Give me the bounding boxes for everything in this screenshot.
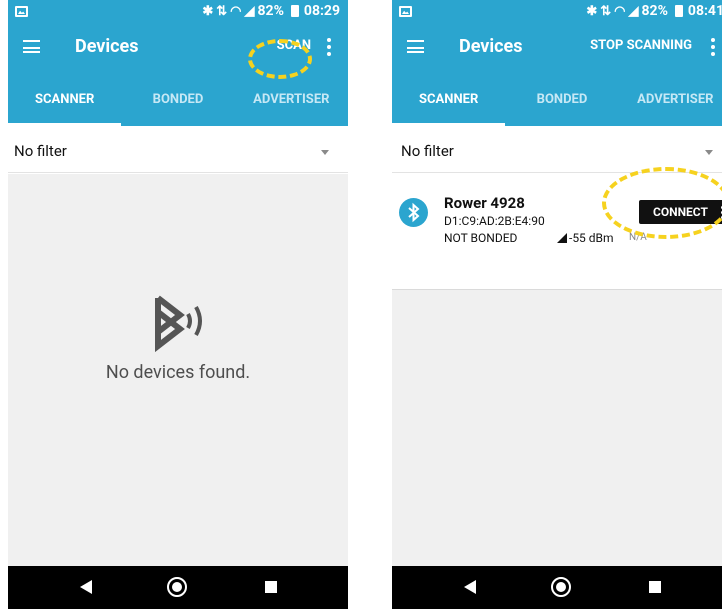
overflow-menu-icon[interactable] [711,38,715,56]
bluetooth-device-icon [399,198,428,227]
battery-icon [290,5,299,17]
clock: 08:29 [303,3,340,19]
tab-advertiser[interactable]: ADVERTISER [619,87,722,126]
device-address: D1:C9:AD:2B:E4:90 [444,214,545,228]
cell-signal-icon: ◢ [628,3,639,19]
filter-label: No filter [14,142,67,160]
tab-scanner[interactable]: SCANNER [8,87,122,126]
home-icon[interactable] [551,577,571,597]
tab-bar: SCANNER BONDED ADVERTISER [392,87,722,126]
tab-bonded[interactable]: BONDED [121,87,234,126]
status-bar: ✱ ⇅ ◠ ◢ 82% 08:29 [8,0,348,24]
phone-screen-scanner-result: ✱ ⇅ ◠ ◢ 82% 08:41 Devices STOP SCANNING … [392,0,722,609]
wifi-icon: ◠ [614,3,626,19]
hamburger-menu-icon[interactable] [23,40,40,53]
dropdown-arrow-icon [705,150,713,155]
scan-highlight-annotation [248,39,312,79]
empty-message: No devices found. [105,362,251,383]
bluetooth-icon: ✱ [586,3,598,19]
hamburger-menu-icon[interactable] [407,40,424,53]
data-arrows-icon: ⇅ [600,3,612,19]
signal-strength-icon [557,233,567,243]
page-title: Devices [459,36,523,57]
connect-highlight-annotation [602,167,722,239]
empty-state: No devices found. [8,290,348,383]
data-arrows-icon: ⇅ [216,3,228,19]
status-icons: ✱ ⇅ ◠ ◢ 82% 08:41 [586,3,722,19]
phone-screen-scanner-empty: ✱ ⇅ ◠ ◢ 82% 08:29 Devices SCAN SCANNER B… [8,0,348,609]
back-icon[interactable] [80,580,92,594]
page-title: Devices [75,36,139,57]
cell-signal-icon: ◢ [244,3,255,19]
image-notification-icon [15,6,28,17]
bluetooth-searching-icon [155,295,202,352]
app-bar: Devices STOP SCANNING [392,24,722,70]
dropdown-arrow-icon [321,150,329,155]
device-name: Rower 4928 [444,194,525,212]
battery-percent: 82% [257,3,284,19]
clock: 08:41 [687,3,722,19]
image-notification-icon [399,6,412,17]
filter-dropdown[interactable]: No filter [8,126,348,173]
status-icons: ✱ ⇅ ◠ ◢ 82% 08:29 [202,3,340,19]
recents-icon[interactable] [649,581,661,593]
battery-percent: 82% [641,3,668,19]
home-icon[interactable] [167,577,187,597]
filter-label: No filter [401,142,454,160]
system-nav-bar [8,566,348,609]
back-icon[interactable] [464,580,476,594]
overflow-menu-icon[interactable] [327,38,331,56]
bluetooth-icon: ✱ [202,3,214,19]
tab-bar: SCANNER BONDED ADVERTISER [8,87,348,126]
status-bar: ✱ ⇅ ◠ ◢ 82% 08:41 [392,0,722,24]
app-header: ✱ ⇅ ◠ ◢ 82% 08:41 Devices STOP SCANNING … [392,0,722,126]
rssi-text: -55 dBm [569,231,614,245]
tab-bonded[interactable]: BONDED [505,87,618,126]
bond-state: NOT BONDED [444,231,518,245]
tab-scanner[interactable]: SCANNER [392,87,506,126]
wifi-icon: ◠ [230,3,242,19]
filter-dropdown[interactable]: No filter [392,126,722,173]
stop-scanning-button[interactable]: STOP SCANNING [590,38,692,53]
bluetooth-glyph-icon [408,202,420,223]
recents-icon[interactable] [265,581,277,593]
system-nav-bar [392,566,722,609]
rssi-value: -55 dBm [557,231,614,245]
battery-icon [674,5,683,17]
device-list-empty: No devices found. [8,174,348,566]
tab-advertiser[interactable]: ADVERTISER [235,87,348,126]
